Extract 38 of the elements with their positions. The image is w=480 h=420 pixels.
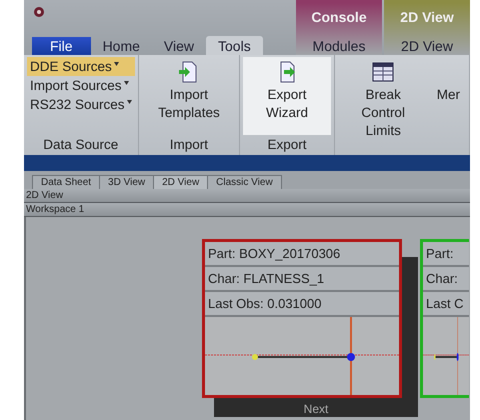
chart-card[interactable]: Part: Char: Last C	[420, 239, 469, 398]
dropdown-button[interactable]: RS232 Sources	[27, 95, 135, 114]
caret-icon	[124, 81, 129, 85]
card-field: Last C	[423, 292, 469, 317]
workspace-title: Workspace 1	[24, 203, 470, 217]
ribbon-tab[interactable]: Modules	[300, 36, 378, 55]
card-field: Char: FLATNESS_1	[205, 267, 399, 292]
ribbon-tab[interactable]: Home	[90, 36, 152, 55]
context-group-label: 2D View	[400, 9, 454, 25]
caret-icon	[126, 100, 132, 104]
document-tab[interactable]: Classic View	[207, 175, 282, 189]
chart-card[interactable]: Part: BOXY_20170306 Char: FLATNESS_1 Last Obs: 0.031000	[202, 239, 402, 398]
document-tab[interactable]: Data Sheet	[32, 175, 100, 189]
table-icon	[372, 61, 394, 83]
ribbon-tab[interactable]: Tools	[206, 36, 263, 55]
caret-icon	[114, 62, 119, 66]
group-label: Import	[168, 136, 210, 154]
file-tab[interactable]: File	[32, 37, 91, 55]
dropdown-button[interactable]: Import Sources	[27, 76, 135, 95]
app-icon[interactable]	[32, 6, 46, 18]
card-field: Char:	[423, 267, 469, 292]
ribbon-button[interactable]: Import Templates	[142, 57, 236, 135]
group-label: Export	[266, 136, 308, 154]
ribbon-tab[interactable]: 2D View	[389, 36, 465, 55]
view-title: 2D View	[24, 189, 470, 203]
ribbon-button[interactable]: Break Control Limits	[338, 57, 429, 155]
dropdown-button[interactable]: DDE Sources	[27, 57, 135, 76]
card-field: Part:	[423, 242, 469, 267]
document-tab[interactable]: 2D View	[153, 175, 208, 189]
ribbon-button[interactable]: Export Wizard	[243, 57, 331, 135]
ribbon-button[interactable]: Mer	[430, 57, 466, 155]
card-field: Part: BOXY_20170306	[205, 242, 399, 267]
group-label: Data Source	[42, 136, 120, 154]
context-group-label: Console	[311, 9, 367, 25]
card-field: Last Obs: 0.031000	[205, 292, 399, 317]
next-label[interactable]: Next	[304, 401, 328, 417]
document-tab[interactable]: 3D View	[99, 175, 154, 189]
ribbon-tab[interactable]: View	[152, 36, 206, 55]
